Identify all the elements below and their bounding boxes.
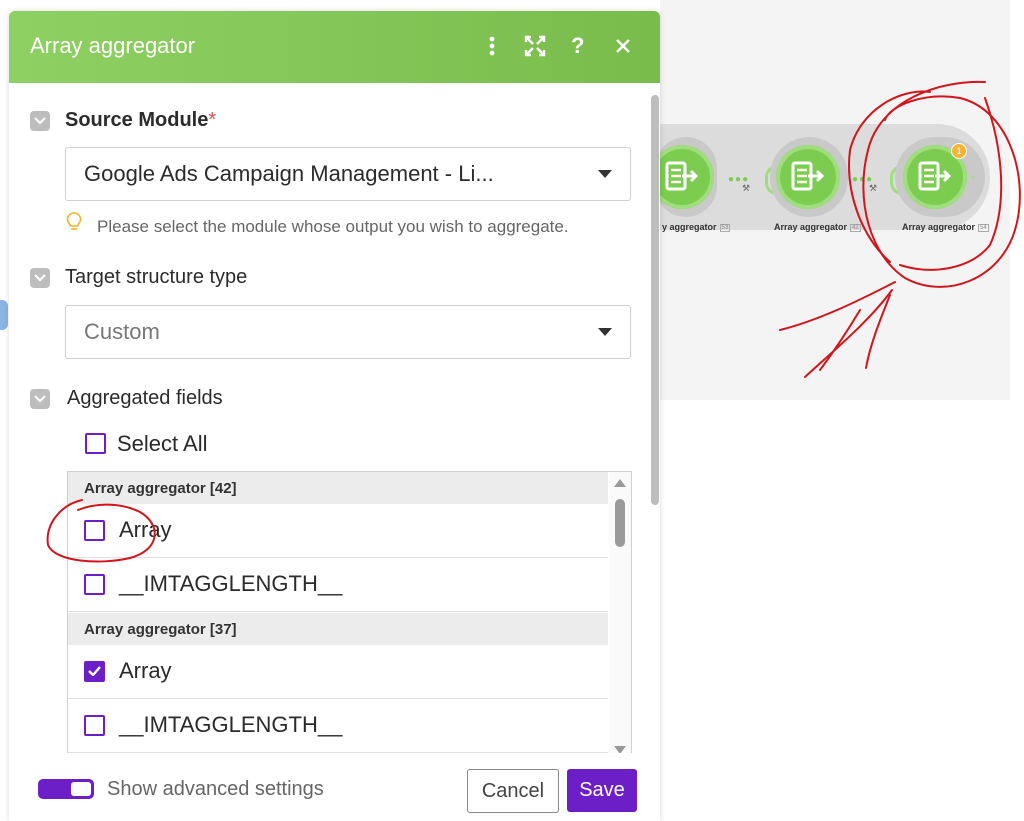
- aggregated-fields-label: Aggregated fields: [67, 387, 223, 409]
- aggregator-icon: [791, 161, 825, 191]
- group-header: Array aggregator [37]: [68, 613, 608, 645]
- source-module-hint: Please select the module whose output yo…: [97, 217, 569, 236]
- scroll-up-icon[interactable]: [614, 479, 626, 487]
- chevron-down-icon: [598, 170, 612, 178]
- lightbulb-icon: [66, 212, 82, 230]
- aggregator-icon: [665, 161, 699, 191]
- list-item[interactable]: __IMTAGGLENGTH__: [68, 558, 608, 612]
- source-module-collapse-button[interactable]: [30, 111, 50, 131]
- aggregated-fields-collapse-button[interactable]: [30, 389, 50, 409]
- target-structure-select[interactable]: Custom: [65, 305, 631, 359]
- background-node-sliver: [0, 300, 8, 330]
- toggle-knob: [71, 782, 91, 796]
- warning-badge[interactable]: 1: [951, 143, 967, 159]
- list-scrollbar[interactable]: [609, 472, 631, 754]
- field-label: Array: [119, 517, 172, 542]
- field-checkbox-checked[interactable]: [84, 661, 105, 682]
- field-label: Array: [119, 658, 172, 683]
- source-module-value: Google Ads Campaign Management - Li...: [84, 161, 494, 186]
- target-structure-label: Target structure type: [65, 266, 248, 288]
- list-item[interactable]: Array: [68, 504, 608, 558]
- chevron-down-icon: [598, 328, 612, 336]
- node-label: Array aggregator 54: [902, 222, 989, 232]
- select-all-checkbox[interactable]: [85, 433, 106, 454]
- select-all-label: Select All: [117, 431, 208, 456]
- more-vertical-icon[interactable]: [487, 33, 497, 59]
- modal-title: Array aggregator: [30, 33, 196, 58]
- advanced-settings-toggle[interactable]: [38, 779, 94, 799]
- aggregator-icon: [918, 161, 952, 191]
- scroll-thumb[interactable]: [615, 499, 625, 547]
- check-icon: [88, 666, 101, 676]
- close-icon[interactable]: [614, 33, 632, 59]
- modal-header: Array aggregator ?: [9, 11, 660, 83]
- advanced-settings-label: Show advanced settings: [107, 778, 324, 800]
- save-button[interactable]: Save: [567, 769, 637, 812]
- target-structure-collapse-button[interactable]: [30, 268, 50, 288]
- help-icon[interactable]: ?: [571, 33, 584, 59]
- source-module-select[interactable]: Google Ads Campaign Management - Li...: [65, 147, 631, 201]
- node-label: y aggregator 53: [662, 222, 731, 232]
- group-header: Array aggregator [42]: [68, 472, 608, 504]
- list-item[interactable]: __IMTAGGLENGTH__: [68, 699, 608, 753]
- node-label: Array aggregator 42: [774, 222, 861, 232]
- required-marker: *: [208, 109, 217, 131]
- array-aggregator-node[interactable]: [776, 145, 840, 209]
- add-module-icon[interactable]: +: [970, 170, 977, 184]
- field-checkbox[interactable]: [84, 520, 105, 541]
- modal-footer: Show advanced settings Cancel Save: [9, 753, 660, 821]
- field-label: __IMTAGGLENGTH__: [119, 571, 343, 596]
- expand-icon[interactable]: [524, 33, 546, 59]
- field-checkbox[interactable]: [84, 574, 105, 595]
- modal-scrollbar[interactable]: [651, 95, 659, 505]
- wrench-icon[interactable]: ⚒: [869, 183, 877, 194]
- wrench-icon[interactable]: ⚒: [742, 183, 750, 194]
- aggregated-fields-list: Array aggregator [42] Array __IMTAGGLENG…: [67, 471, 632, 754]
- list-item[interactable]: Array: [68, 645, 608, 699]
- field-label: __IMTAGGLENGTH__: [119, 712, 343, 737]
- cancel-button[interactable]: Cancel: [467, 769, 559, 813]
- source-module-label: Source Module*: [65, 109, 217, 131]
- array-aggregator-modal: Array aggregator ? Source Module* Google…: [9, 11, 660, 821]
- target-structure-value: Custom: [84, 319, 160, 344]
- field-checkbox[interactable]: [84, 715, 105, 736]
